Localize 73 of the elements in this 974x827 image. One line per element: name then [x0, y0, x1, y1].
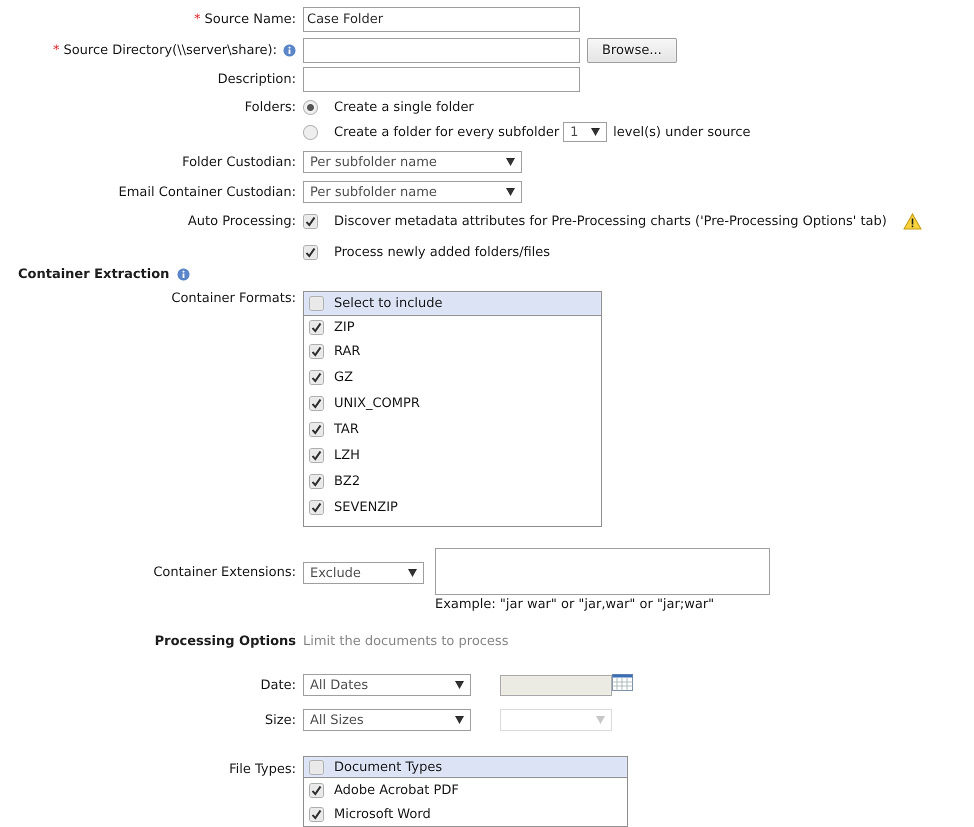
checkbox[interactable] — [309, 782, 324, 798]
caret-icon — [408, 569, 417, 577]
email-custodian-select[interactable]: Per subfolder name — [303, 181, 522, 203]
checkbox[interactable] — [309, 396, 324, 410]
list-item-label: TAR — [334, 422, 359, 436]
checkbox[interactable] — [309, 806, 324, 822]
field-label: Description: — [218, 72, 296, 87]
list-item-label: SEVENZIP — [334, 500, 398, 514]
checkbox[interactable] — [309, 370, 324, 384]
field-label: Size: — [264, 712, 296, 728]
source-directory-field[interactable] — [303, 38, 580, 63]
size-select[interactable]: All Sizes — [303, 709, 471, 731]
section-title: Container Extraction — [18, 267, 170, 282]
field-label: Container Formats: — [171, 291, 296, 306]
caret-icon — [596, 716, 605, 724]
list-item-label: ZIP — [334, 320, 355, 334]
field-label: Auto Processing: — [188, 214, 296, 228]
level-suffix: level(s) under source — [613, 124, 751, 140]
caret-icon — [455, 716, 464, 724]
checkbox-label: Process newly added folders/files — [334, 244, 550, 260]
radio-button[interactable] — [303, 100, 318, 114]
calendar-icon[interactable] — [612, 674, 633, 691]
list-item-label: BZ2 — [334, 474, 360, 488]
caret-icon — [506, 188, 515, 196]
caret-icon — [506, 158, 515, 166]
info-icon[interactable] — [283, 44, 296, 57]
section-hint: Limit the documents to process — [303, 634, 508, 649]
radio-button[interactable] — [303, 124, 318, 140]
info-icon[interactable] — [177, 268, 190, 281]
required-marker: * — [194, 12, 200, 27]
list-item-label: GZ — [334, 370, 353, 384]
source-name-field[interactable]: Case Folder — [303, 7, 580, 32]
folder-custodian-select[interactable]: Per subfolder name — [303, 151, 522, 173]
list-item-label: RAR — [334, 344, 360, 358]
caret-icon — [455, 681, 464, 689]
list-item-label: Adobe Acrobat PDF — [334, 782, 459, 798]
checkbox-label: Discover metadata attributes for Pre-Processing charts ('Pre-Processing Options' tab) — [334, 214, 887, 228]
radio-label: Create a single folder — [334, 100, 474, 114]
checkbox[interactable] — [309, 474, 324, 488]
list-header-label: Select to include — [334, 296, 443, 311]
example-text: Example: "jar war" or "jar,war" or "jar;war" — [435, 597, 714, 612]
caret-icon — [591, 128, 600, 136]
date-field[interactable] — [500, 674, 612, 696]
list-item-label: UNIX_COMPR — [334, 396, 420, 410]
extensions-mode-select[interactable]: Exclude — [303, 562, 424, 584]
required-marker: * — [52, 43, 60, 58]
checkbox[interactable] — [309, 760, 324, 774]
field-label: Folders: — [244, 100, 296, 114]
field-label: Date: — [260, 678, 296, 692]
list-header-label: Document Types — [334, 760, 442, 774]
section-title: Processing Options — [154, 634, 296, 649]
checkbox[interactable] — [309, 500, 324, 514]
radio-label: Create a folder for every subfolder — [334, 124, 560, 140]
field-label: Email Container Custodian: — [118, 184, 296, 200]
list-item-label: LZH — [334, 448, 360, 462]
checkbox[interactable] — [309, 344, 324, 358]
field-label: Folder Custodian: — [182, 154, 296, 170]
field-label: Source Directory(\\server\share): — [63, 43, 277, 58]
checkbox[interactable] — [303, 214, 318, 228]
checkbox[interactable] — [309, 296, 324, 311]
checkbox[interactable] — [309, 448, 324, 462]
checkbox[interactable] — [309, 422, 324, 436]
description-field[interactable] — [303, 67, 580, 92]
list-item-label: Microsoft Word — [334, 806, 431, 822]
level-select[interactable]: 1 — [563, 122, 608, 142]
extensions-field[interactable] — [435, 548, 770, 595]
field-label: Container Extensions: — [153, 565, 296, 580]
checkbox[interactable] — [309, 320, 324, 334]
field-label: Source Name: — [204, 12, 296, 27]
checkbox[interactable] — [303, 244, 318, 260]
browse-button[interactable]: Browse... — [587, 38, 677, 63]
date-select[interactable]: All Dates — [303, 674, 471, 696]
field-label: File Types: — [229, 762, 296, 777]
